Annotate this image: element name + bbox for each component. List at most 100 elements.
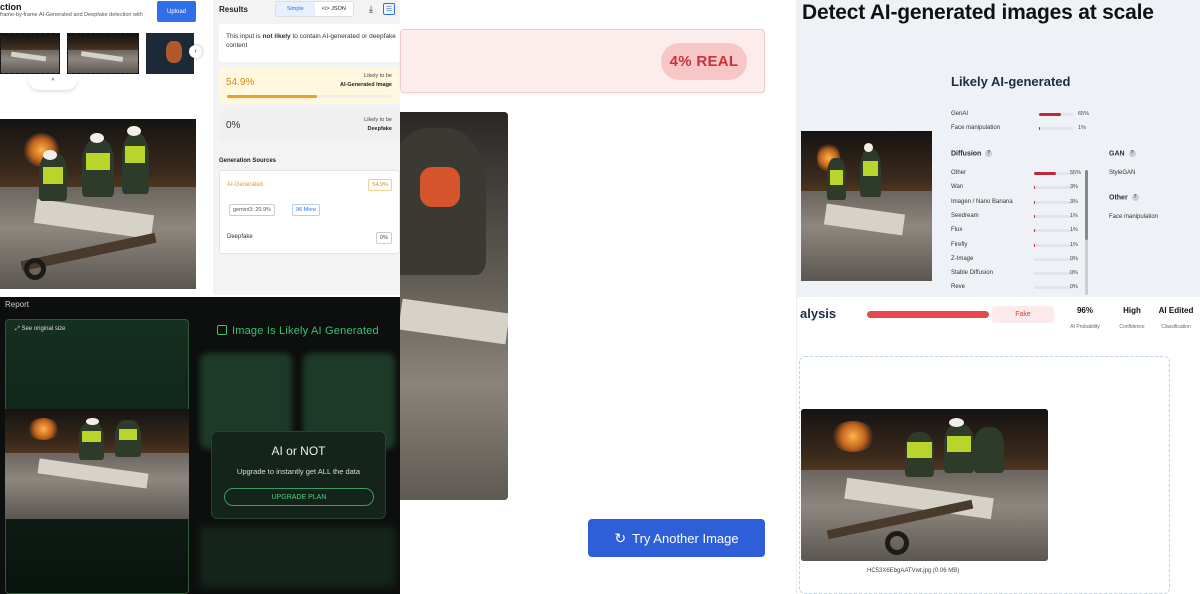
toggle-json[interactable]: </> JSON xyxy=(315,2,354,16)
diffusion_rows-value: 0% xyxy=(1070,255,1078,262)
other-title: Other? xyxy=(1109,194,1139,202)
diffusion_rows-value: 0% xyxy=(1070,270,1078,277)
diffusion_rows-bar xyxy=(1034,286,1074,290)
layout-icon[interactable]: ☰ xyxy=(383,3,395,15)
stat-classification: AI Edited Classification xyxy=(1158,306,1194,330)
upload-panel: ction frame-by-frame AI-Generated and De… xyxy=(0,0,210,295)
report-panel: Report ⤢ See original size Image Is Like… xyxy=(0,297,400,594)
headline: Detect AI-generated images at scale xyxy=(802,1,1154,24)
scrollbar[interactable] xyxy=(1085,170,1088,295)
stat-confidence: High Confidence xyxy=(1119,306,1145,330)
ai-percent: 54.9% xyxy=(226,77,255,88)
panel-subtitle: frame-by-frame AI-Generated and Deepfake… xyxy=(0,12,143,18)
ai-verdict-heading: Image Is Likely AI Generated xyxy=(217,325,379,337)
top_rows-bar xyxy=(1039,113,1073,116)
view-toggle[interactable]: Simple </> JSON xyxy=(275,1,354,17)
more-sources-link[interactable]: 96 More xyxy=(292,204,321,216)
toggle-simple[interactable]: Simple xyxy=(276,2,315,16)
real-badge: 4% REAL xyxy=(661,43,747,80)
help-icon[interactable]: ? xyxy=(985,150,993,157)
scan-icon xyxy=(217,325,227,335)
preview-image xyxy=(0,119,196,289)
analysis-heading: alysis xyxy=(800,306,837,321)
diffusion_rows-value: 55% xyxy=(1070,170,1082,176)
diffusion_rows-label: Seedream xyxy=(951,212,979,219)
uploaded-image xyxy=(801,409,1048,561)
diffusion_rows-bar xyxy=(1034,214,1074,218)
top_rows-bar xyxy=(1039,127,1073,130)
summary-text: This input is not likely to contain AI-g… xyxy=(226,33,396,49)
diffusion_rows-bar xyxy=(1034,172,1074,175)
deepfake-label-bottom: Deepfake xyxy=(367,126,392,132)
modal-title: AI or NOT xyxy=(271,444,326,458)
thumbnail-2[interactable] xyxy=(67,33,139,74)
gan-row-label: StyleGAN xyxy=(1109,170,1136,176)
source-ai-label: AI-Generated xyxy=(227,182,264,188)
ai-result-card: 54.9% Likely to be AI-Generated Image xyxy=(219,67,400,104)
results-panel: Results Simple </> JSON ⤓ ☰ This input i… xyxy=(213,0,400,295)
diffusion_rows-value: 3% xyxy=(1070,198,1078,205)
ai-progress-bar xyxy=(227,95,391,98)
generation-sources-title: Generation Sources xyxy=(219,158,277,164)
download-icon[interactable]: ⤓ xyxy=(365,3,377,15)
modal-subtitle: Upgrade to instantly get ALL the data xyxy=(236,467,361,476)
upgrade-modal: AI or NOT Upgrade to instantly get ALL t… xyxy=(211,431,386,519)
ai-label-bottom: AI-Generated Image xyxy=(340,82,392,88)
see-original-link[interactable]: ⤢ See original size xyxy=(15,326,66,333)
top_rows-label: Face manipulation xyxy=(951,125,1001,131)
source-ai-value: 54.9% xyxy=(368,179,392,191)
diffusion_rows-label: Stable Diffusion xyxy=(951,270,993,277)
diffusion_rows-label: Reve xyxy=(951,284,966,291)
large-crop-image xyxy=(400,112,508,500)
diffusion_rows-bar xyxy=(1034,186,1074,190)
panel-title: ction xyxy=(0,2,22,12)
diffusion_rows-label: Firefly xyxy=(951,241,968,248)
upload-button[interactable]: Upload xyxy=(157,1,196,22)
deepfake-result-card: 0% Likely to be Deepfake xyxy=(219,110,400,140)
diffusion_rows-label: Flux xyxy=(951,227,963,234)
file-name: HC53X6EbgAATVwt.jpg (0.06 MB) xyxy=(867,568,960,574)
stat-probability: 96% AI Probability xyxy=(1070,306,1100,330)
diffusion_rows-bar xyxy=(1034,243,1074,247)
middle-panel: 4% REAL ↻ Try Another Image xyxy=(400,0,793,594)
thumbnail-1[interactable] xyxy=(0,33,60,74)
next-arrow-icon[interactable]: › xyxy=(189,45,202,58)
fake-badge: Fake xyxy=(992,306,1054,323)
source-deepfake-label: Deepfake xyxy=(227,234,253,240)
diffusion_rows-value: 1% xyxy=(1070,241,1078,248)
diffusion_rows-value: 0% xyxy=(1070,284,1078,291)
diffusion_rows-bar xyxy=(1034,200,1074,204)
generation-sources-box: AI-Generated 54.9% gemini3: 20.9% 96 Mor… xyxy=(219,170,400,254)
diffusion_rows-value: 3% xyxy=(1070,184,1078,191)
try-another-button[interactable]: ↻ Try Another Image xyxy=(588,519,765,557)
likely-heading: Likely AI-generated xyxy=(951,74,1071,89)
diffusion_rows-bar xyxy=(1034,257,1074,261)
report-image xyxy=(5,409,189,519)
ai-label-top: Likely to be xyxy=(364,73,392,79)
diffusion_rows-bar xyxy=(1034,229,1074,233)
diffusion_rows-label: Z-Image xyxy=(951,255,974,262)
source-deepfake-value: 0% xyxy=(376,232,392,244)
help-icon[interactable]: ? xyxy=(1128,150,1136,157)
summary-card: This input is not likely to contain AI-g… xyxy=(219,24,400,62)
deepfake-percent: 0% xyxy=(226,120,241,131)
top_rows-value: 65% xyxy=(1078,111,1090,117)
diffusion_rows-value: 1% xyxy=(1070,227,1078,234)
help-icon[interactable]: ? xyxy=(1131,194,1139,201)
diffusion_rows-label: Wan xyxy=(951,184,964,191)
thumbnail-3[interactable] xyxy=(146,33,194,74)
diffusion-title: Diffusion? xyxy=(951,150,993,158)
diffusion_rows-label: Other xyxy=(951,170,967,176)
gan-title: GAN? xyxy=(1109,150,1136,158)
source-tag-gemini: gemini3: 20.9% xyxy=(229,204,275,216)
refresh-icon: ↻ xyxy=(614,529,627,546)
upgrade-plan-button[interactable]: UPGRADE PLAN xyxy=(224,488,374,506)
other-row-label: Face manipulation xyxy=(1109,214,1159,220)
deepfake-label-top: Likely to be xyxy=(364,117,392,123)
diffusion_rows-value: 1% xyxy=(1070,212,1078,219)
collapse-chevron-icon[interactable]: ^ xyxy=(28,78,78,90)
blurred-list xyxy=(200,527,395,587)
summary-image xyxy=(801,131,932,281)
report-title: Report xyxy=(5,300,30,309)
fake-bar xyxy=(867,311,989,318)
